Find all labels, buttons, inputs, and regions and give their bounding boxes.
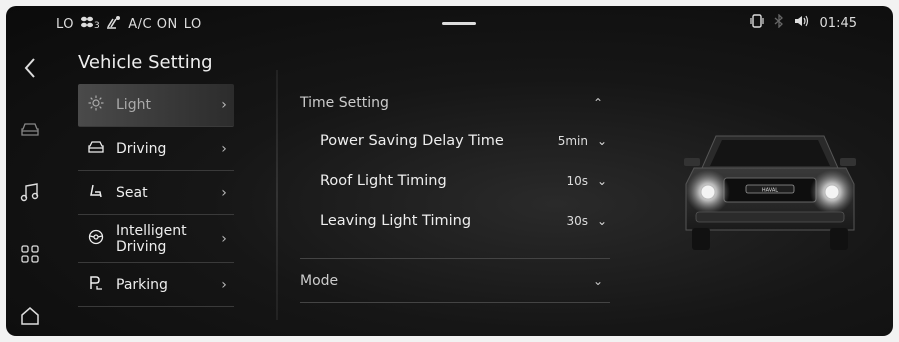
- steering-wheel-icon: [82, 229, 110, 249]
- section-divider: [300, 258, 610, 259]
- home-icon[interactable]: [18, 304, 42, 328]
- chevron-right-icon: ›: [221, 97, 227, 113]
- roof-light-timing-row[interactable]: Roof Light Timing 10s ⌄: [320, 166, 610, 196]
- menu-item-parking[interactable]: Parking ›: [78, 264, 234, 307]
- chevron-right-icon: ›: [221, 277, 227, 293]
- setting-value: 30s: [566, 214, 588, 228]
- time-setting-header[interactable]: Time Setting ⌃: [300, 88, 610, 118]
- clock: 01:45: [819, 15, 857, 31]
- ac-status[interactable]: A/C ON: [128, 17, 177, 32]
- panel-divider: [276, 70, 278, 320]
- leaving-light-timing-row[interactable]: Leaving Light Timing 30s ⌄: [320, 206, 610, 236]
- power-saving-delay-row[interactable]: Power Saving Delay Time 5min ⌄: [320, 126, 610, 156]
- temp-right[interactable]: LO: [184, 17, 202, 32]
- section-divider: [300, 302, 610, 303]
- left-rail: [6, 40, 58, 336]
- status-bar: LO 3 A/C ON LO 01:45: [6, 6, 893, 40]
- back-icon[interactable]: [18, 56, 42, 80]
- setting-value: 10s: [566, 174, 588, 188]
- car-infotainment-screen: LO 3 A/C ON LO 01:45 Vehicle Setting Lig…: [6, 6, 893, 336]
- music-icon[interactable]: [18, 180, 42, 204]
- page-title: Vehicle Setting: [78, 52, 213, 73]
- parking-icon: [82, 275, 110, 295]
- menu-item-light[interactable]: Light ›: [78, 84, 234, 127]
- menu-item-label: Intelligent Driving: [116, 223, 187, 255]
- vehicle-image: HAVAL: [672, 128, 868, 258]
- setting-label: Leaving Light Timing: [320, 213, 472, 229]
- chevron-down-icon: ⌄: [592, 274, 604, 288]
- haval-logo: HAVAL: [762, 188, 778, 194]
- seat-icon: [82, 183, 110, 203]
- menu-item-label: Seat: [116, 185, 148, 201]
- volume-icon: [794, 14, 810, 32]
- ac-airflow-icon[interactable]: [106, 15, 122, 33]
- fan-icon[interactable]: 3: [80, 16, 100, 32]
- section-title: Mode: [300, 273, 339, 289]
- chevron-right-icon: ›: [221, 231, 227, 247]
- system-status: 01:45: [749, 13, 857, 32]
- setting-label: Power Saving Delay Time: [320, 133, 504, 149]
- mode-header[interactable]: Mode ⌄: [300, 266, 610, 296]
- menu-item-label: Driving: [116, 141, 167, 157]
- car-icon: [82, 140, 110, 158]
- menu-item-seat[interactable]: Seat ›: [78, 172, 234, 215]
- menu-item-label: Light: [116, 97, 151, 113]
- pull-down-handle[interactable]: [442, 22, 476, 25]
- bluetooth-icon: [774, 13, 784, 32]
- car-icon[interactable]: [18, 118, 42, 142]
- chevron-up-icon: ⌃: [592, 96, 604, 110]
- fan-level: 3: [94, 21, 101, 31]
- apps-icon[interactable]: [18, 242, 42, 266]
- chevron-right-icon: ›: [221, 141, 227, 157]
- phone-projection-icon: [749, 14, 764, 32]
- menu-item-label: Parking: [116, 277, 168, 293]
- setting-value: 5min: [557, 134, 588, 148]
- temp-left[interactable]: LO: [56, 17, 74, 32]
- chevron-down-icon: ⌄: [596, 174, 608, 188]
- chevron-down-icon: ⌄: [596, 214, 608, 228]
- sun-icon: [82, 95, 110, 115]
- climate-status[interactable]: LO 3 A/C ON LO: [56, 15, 202, 33]
- setting-label: Roof Light Timing: [320, 173, 447, 189]
- chevron-down-icon: ⌄: [596, 134, 608, 148]
- chevron-right-icon: ›: [221, 185, 227, 201]
- menu-item-driving[interactable]: Driving ›: [78, 128, 234, 171]
- section-title: Time Setting: [300, 95, 389, 111]
- menu-item-intelligent-driving[interactable]: Intelligent Driving ›: [78, 216, 234, 263]
